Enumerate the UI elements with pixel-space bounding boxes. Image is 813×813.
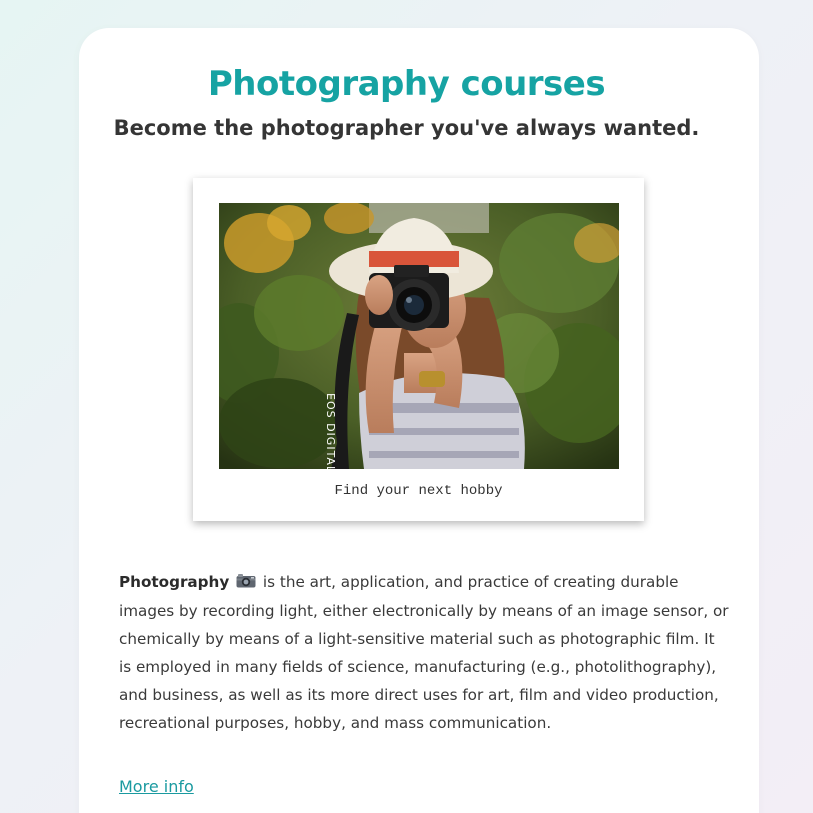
article-body: is the art, application, and practice of… xyxy=(119,573,729,732)
photographer-image: EOS DIGITAL xyxy=(219,203,619,469)
article-term: Photography xyxy=(119,573,230,591)
article-paragraph: Photography is the art, application, and… xyxy=(119,568,729,737)
photo-caption: Find your next hobby xyxy=(334,483,503,499)
more-info-link[interactable]: More info xyxy=(119,777,194,796)
page-title: Photography courses xyxy=(207,64,606,104)
svg-text:EOS DIGITAL: EOS DIGITAL xyxy=(324,393,337,469)
page-subtitle: Become the photographer you've always wa… xyxy=(113,116,700,140)
camera-icon xyxy=(236,569,256,597)
photo-frame: EOS DIGITAL Find your next hobby xyxy=(193,178,644,521)
